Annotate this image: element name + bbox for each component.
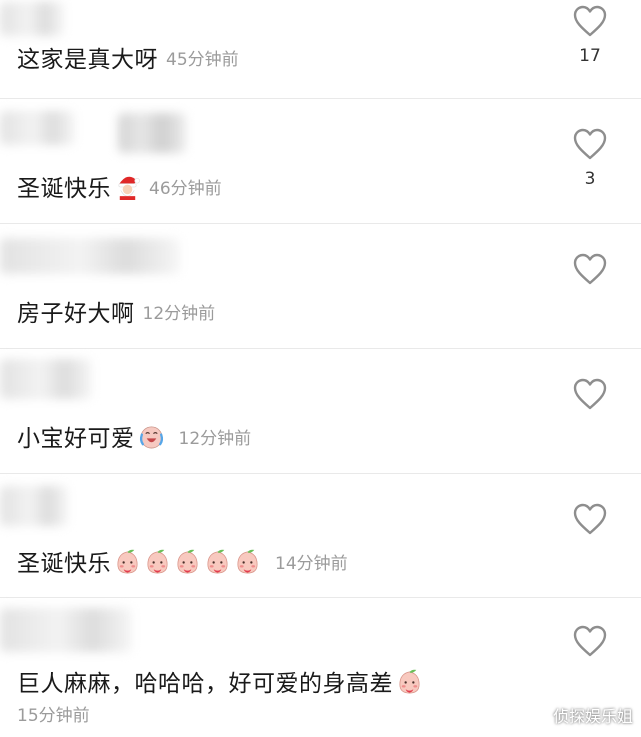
watermark: 侦探娱乐姐 <box>552 707 633 726</box>
like-button[interactable]: 3 <box>568 127 612 189</box>
like-count: 3 <box>584 169 596 189</box>
like-button[interactable] <box>568 624 612 666</box>
commenter-name-blurred <box>0 486 68 526</box>
like-button[interactable] <box>568 252 612 294</box>
heart-outline-icon <box>573 378 607 410</box>
peach-emoji <box>237 549 258 573</box>
comment-item: 房子好大啊 12分钟前 <box>0 224 641 349</box>
peach-emoji <box>177 549 198 573</box>
commenter-name-blurred <box>0 111 75 145</box>
comment-time: 15分钟前 <box>17 706 90 726</box>
comment-time: 12分钟前 <box>178 428 252 449</box>
peach-emoji <box>399 669 420 693</box>
heart-outline-icon <box>573 503 607 535</box>
like-button[interactable] <box>568 377 612 419</box>
santa-emoji <box>118 176 140 200</box>
comment-time: 46分钟前 <box>149 178 222 199</box>
like-count: 17 <box>579 46 601 66</box>
commenter-name-blurred <box>0 359 92 399</box>
commenter-name-blurred <box>0 608 132 652</box>
comment-text: 这家是真大呀 <box>17 47 158 73</box>
like-button[interactable] <box>568 502 612 544</box>
comment-time: 12分钟前 <box>142 303 216 324</box>
comment-item: 小宝好可爱 12分钟前 <box>0 349 641 474</box>
like-button[interactable]: 17 <box>568 4 612 66</box>
comment-text: 巨人麻麻，哈哈哈，好可爱的身高差 <box>17 671 393 697</box>
peach-emoji <box>117 549 138 573</box>
heart-outline-icon <box>573 5 607 37</box>
comment-text: 圣诞快乐 <box>17 551 111 577</box>
comment-item: 圣诞快乐 14分钟前 <box>0 474 641 598</box>
commenter-name-blurred <box>118 113 186 153</box>
comment-item: 巨人麻麻，哈哈哈，好可爱的身高差 15分钟前 侦探娱乐姐 <box>0 598 641 737</box>
comment-text: 小宝好可爱 <box>17 426 135 452</box>
commenter-name-blurred <box>0 2 64 36</box>
peach-emoji <box>207 549 228 573</box>
commenter-name-blurred <box>0 238 180 274</box>
heart-outline-icon <box>573 253 607 285</box>
comment-text: 圣诞快乐 <box>17 176 111 202</box>
crying-laugh-emoji <box>139 425 163 448</box>
comment-item: 圣诞快乐 46分钟前 3 <box>0 99 641 224</box>
peach-emoji <box>147 549 168 573</box>
comment-time: 45分钟前 <box>166 49 239 70</box>
heart-outline-icon <box>573 128 607 160</box>
emoji-group <box>111 548 261 575</box>
heart-outline-icon <box>573 625 607 657</box>
emoji-group <box>393 668 423 695</box>
comment-item: 这家是真大呀 45分钟前 17 <box>0 0 641 99</box>
comment-text: 房子好大啊 <box>17 301 135 327</box>
comment-time: 14分钟前 <box>275 553 348 574</box>
